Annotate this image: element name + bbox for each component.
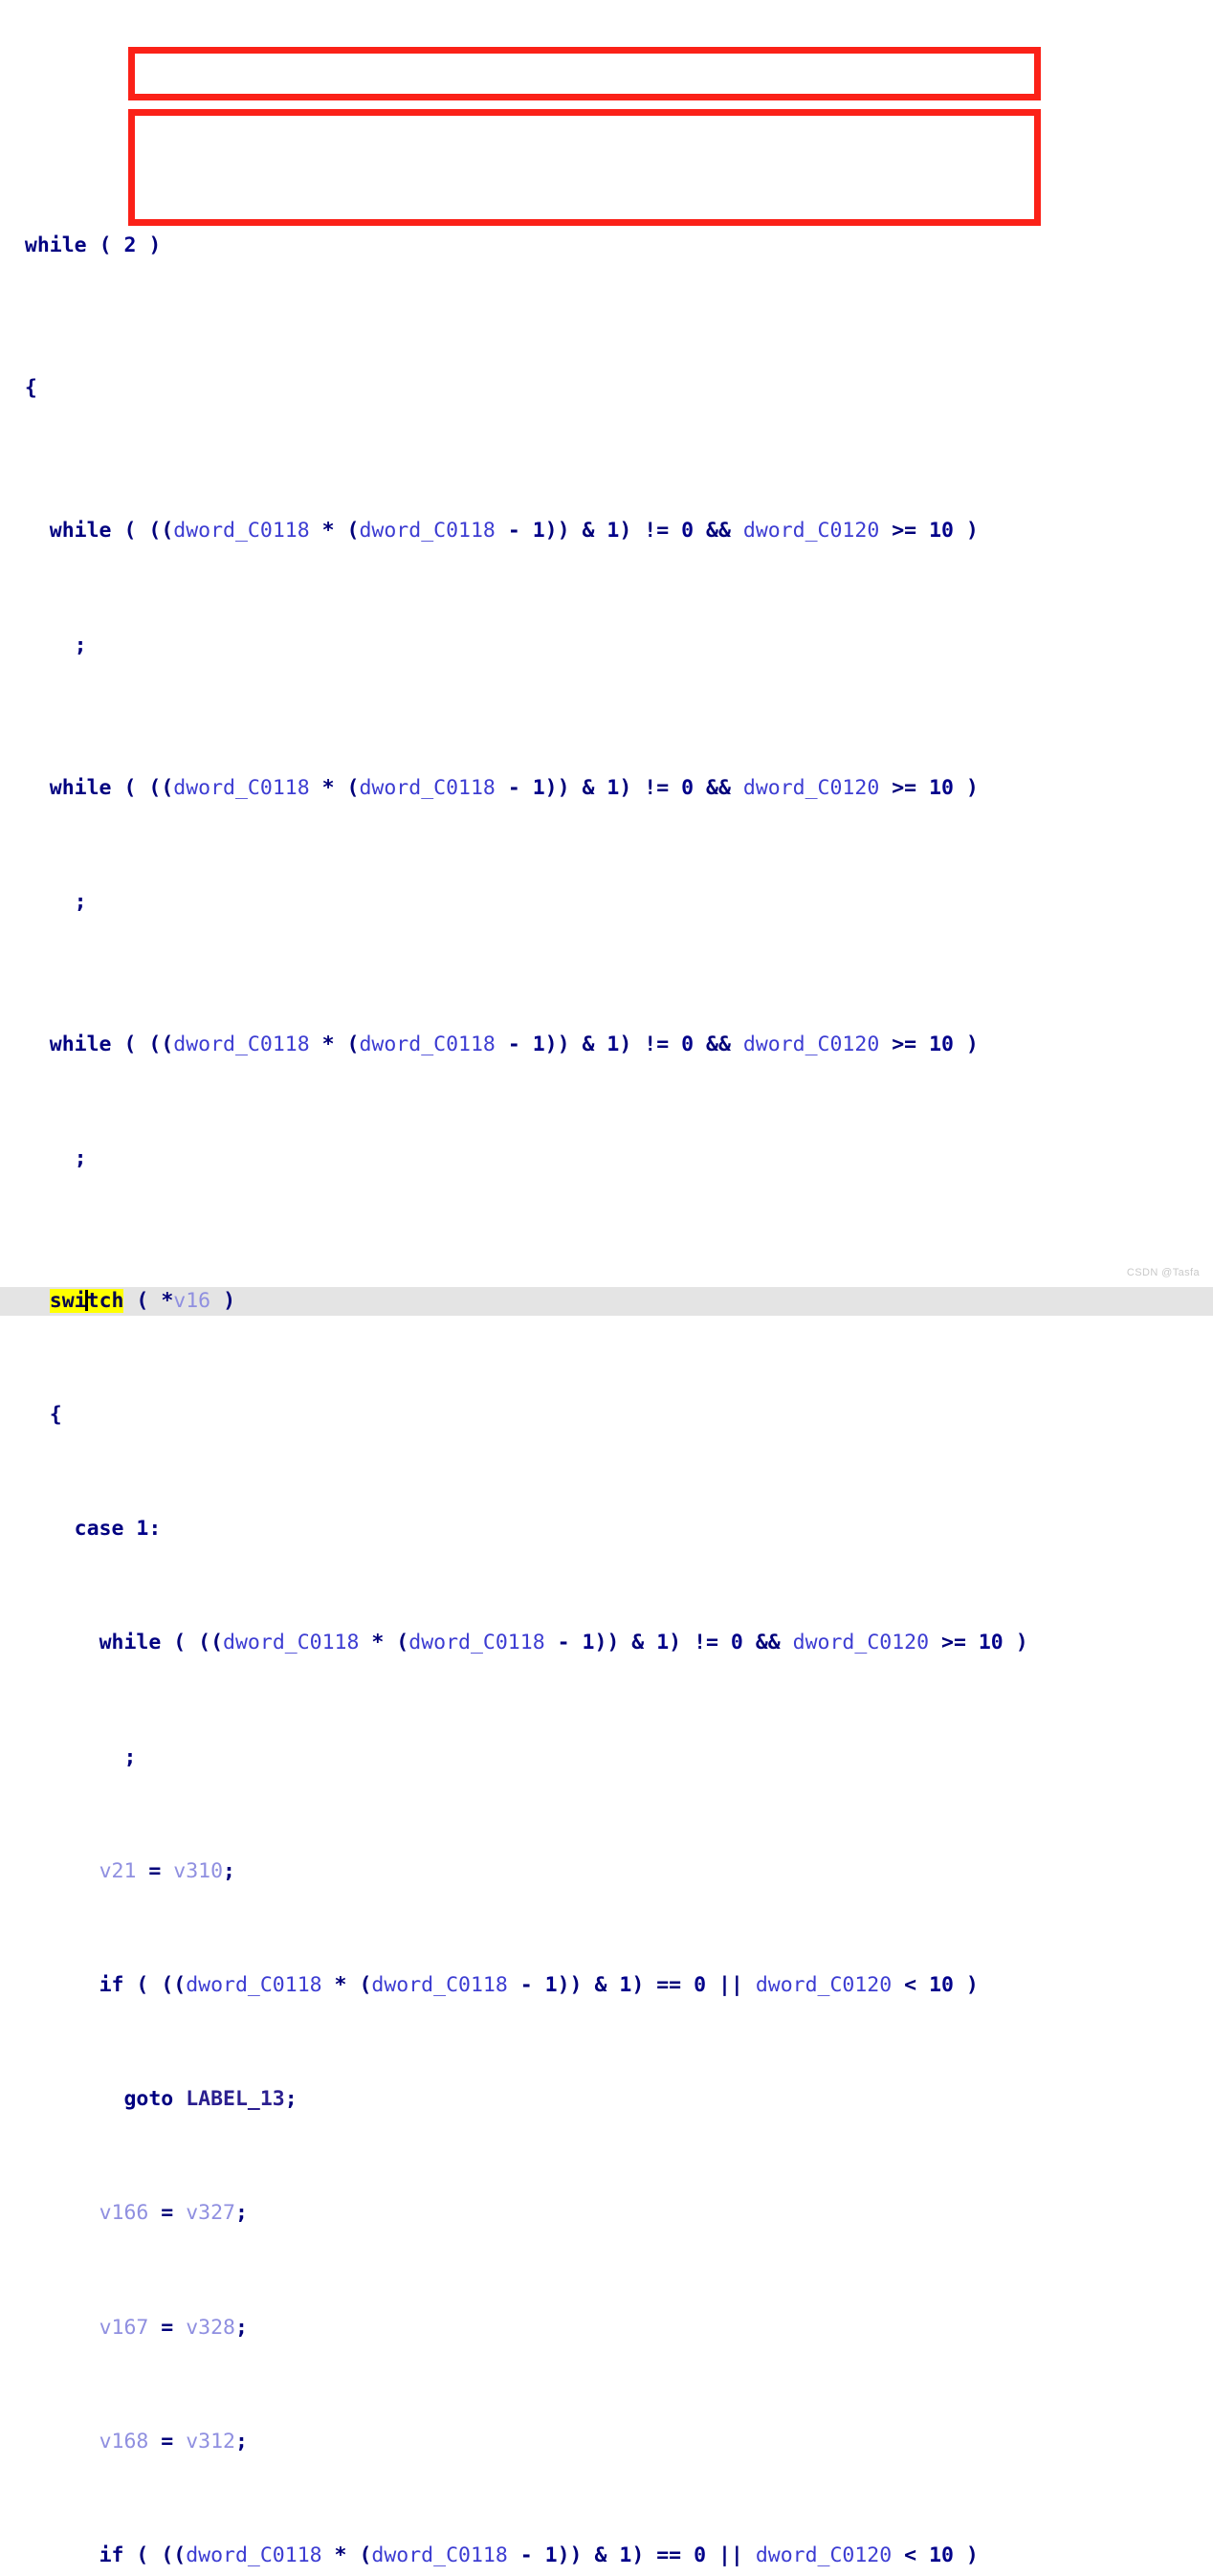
code-line[interactable]: { (0, 1401, 1213, 1430)
code-line[interactable]: if ( ((dword_C0118 * (dword_C0118 - 1)) … (0, 1971, 1213, 2000)
code-line[interactable]: v167 = v328; (0, 2314, 1213, 2343)
code-line-text: if ( ((dword_C0118 * (dword_C0118 - 1)) … (99, 1972, 979, 1997)
code-line-text: ; (74, 633, 87, 657)
code-line-clipped-top[interactable] (0, 114, 1213, 118)
code-line-text: switch ( *v16 ) (49, 1288, 236, 1313)
code-line-text: while ( 2 ) (24, 233, 162, 258)
highlighted-keyword: switch (49, 1288, 124, 1313)
pseudocode-text-area[interactable]: while ( 2 ) { while ( ((dword_C0118 * (d… (0, 0, 1213, 2567)
code-line[interactable]: while ( 2 ) (0, 232, 1213, 260)
code-line[interactable]: if ( ((dword_C0118 * (dword_C0118 - 1)) … (0, 2542, 1213, 2570)
code-line-empty-statement[interactable]: ; (0, 888, 1213, 917)
watermark: CSDN @Tasfa (1126, 1267, 1200, 1278)
code-line-empty-statement[interactable]: ; (0, 632, 1213, 660)
code-line-text: while ( ((dword_C0118 * (dword_C0118 - 1… (49, 775, 979, 800)
code-line-text: v167 = v328; (99, 2315, 248, 2340)
code-line-empty-statement[interactable]: ; (0, 1743, 1213, 1772)
code-line-opaque-while-2[interactable]: while ( ((dword_C0118 * (dword_C0118 - 1… (0, 774, 1213, 803)
pseudocode-viewport[interactable]: while ( 2 ) { while ( ((dword_C0118 * (d… (0, 0, 1213, 2567)
text-caret (85, 1289, 89, 1311)
code-line-text: while ( ((dword_C0118 * (dword_C0118 - 1… (49, 1032, 979, 1056)
code-line-current-switch[interactable]: switch ( *v16 ) (0, 1286, 1213, 1316)
code-line-text: while ( ((dword_C0118 * (dword_C0118 - 1… (99, 1631, 1028, 1655)
code-line-text: goto LABEL_13; (123, 2087, 298, 2112)
code-line-empty-statement[interactable]: ; (0, 1144, 1213, 1173)
code-line[interactable]: while ( ((dword_C0118 * (dword_C0118 - 1… (0, 1629, 1213, 1657)
code-line-text: if ( ((dword_C0118 * (dword_C0118 - 1)) … (99, 2543, 979, 2567)
code-line-text: ; (74, 1145, 87, 1170)
code-line-text: { (49, 1403, 62, 1428)
code-line-text: { (24, 376, 37, 401)
code-line-text: ; (123, 1744, 137, 1769)
code-line[interactable]: { (0, 374, 1213, 403)
code-line-text: v21 = v310; (99, 1858, 235, 1883)
code-line-text: v166 = v327; (99, 2201, 248, 2226)
code-line-opaque-while-3[interactable]: while ( ((dword_C0118 * (dword_C0118 - 1… (0, 1031, 1213, 1059)
code-line-opaque-while-1[interactable]: while ( ((dword_C0118 * (dword_C0118 - 1… (0, 517, 1213, 545)
code-line-text: while ( ((dword_C0118 * (dword_C0118 - 1… (49, 519, 979, 544)
code-line[interactable]: v21 = v310; (0, 1857, 1213, 1886)
code-line[interactable]: v166 = v327; (0, 2199, 1213, 2228)
code-line-text: v168 = v312; (99, 2429, 248, 2454)
code-line-goto[interactable]: goto LABEL_13; (0, 2085, 1213, 2114)
code-line[interactable]: v168 = v312; (0, 2428, 1213, 2456)
code-line-case-1[interactable]: case 1: (0, 1515, 1213, 1543)
code-line-text: ; (74, 889, 87, 914)
code-line-text: case 1: (74, 1517, 162, 1542)
